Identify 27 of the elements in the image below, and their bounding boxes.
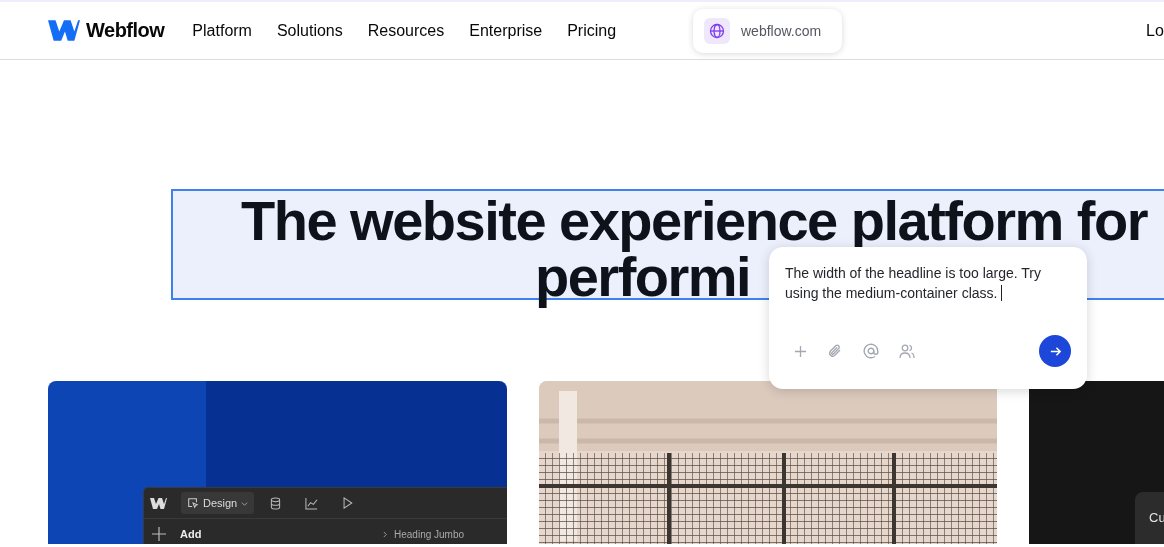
plus-icon[interactable] [152, 527, 166, 541]
chart-icon[interactable] [305, 496, 319, 510]
mention-icon[interactable] [863, 343, 879, 359]
chevron-icon [383, 530, 388, 538]
webflow-logo-icon[interactable] [48, 20, 80, 41]
brand-name[interactable]: Webflow [86, 19, 165, 42]
nav-link[interactable]: Pricing [567, 21, 617, 40]
nav-link[interactable]: Platform [192, 21, 252, 40]
nav-link[interactable]: Resources [367, 21, 445, 40]
globe-icon [709, 23, 725, 39]
plus-icon[interactable] [794, 344, 807, 358]
webflow-logo-icon[interactable] [150, 497, 167, 509]
panel-label: Cu [1149, 510, 1164, 525]
database-icon[interactable] [270, 496, 282, 510]
nav-link[interactable]: Lo [1146, 21, 1164, 40]
play-icon[interactable] [342, 497, 354, 509]
caret-icon [241, 499, 249, 507]
paperclip-icon[interactable] [827, 343, 843, 359]
nav-link[interactable]: Enterprise [469, 21, 543, 40]
send-button[interactable] [1039, 335, 1071, 367]
people-icon[interactable] [899, 343, 915, 359]
url-text: webflow.com [741, 23, 822, 39]
design-mode-button[interactable]: Design [181, 492, 255, 514]
cursor-icon [187, 497, 199, 509]
panel-title: Add [180, 528, 203, 540]
nav-link[interactable]: Solutions [276, 21, 343, 40]
breadcrumb[interactable]: Heading Jumbo [394, 528, 465, 540]
